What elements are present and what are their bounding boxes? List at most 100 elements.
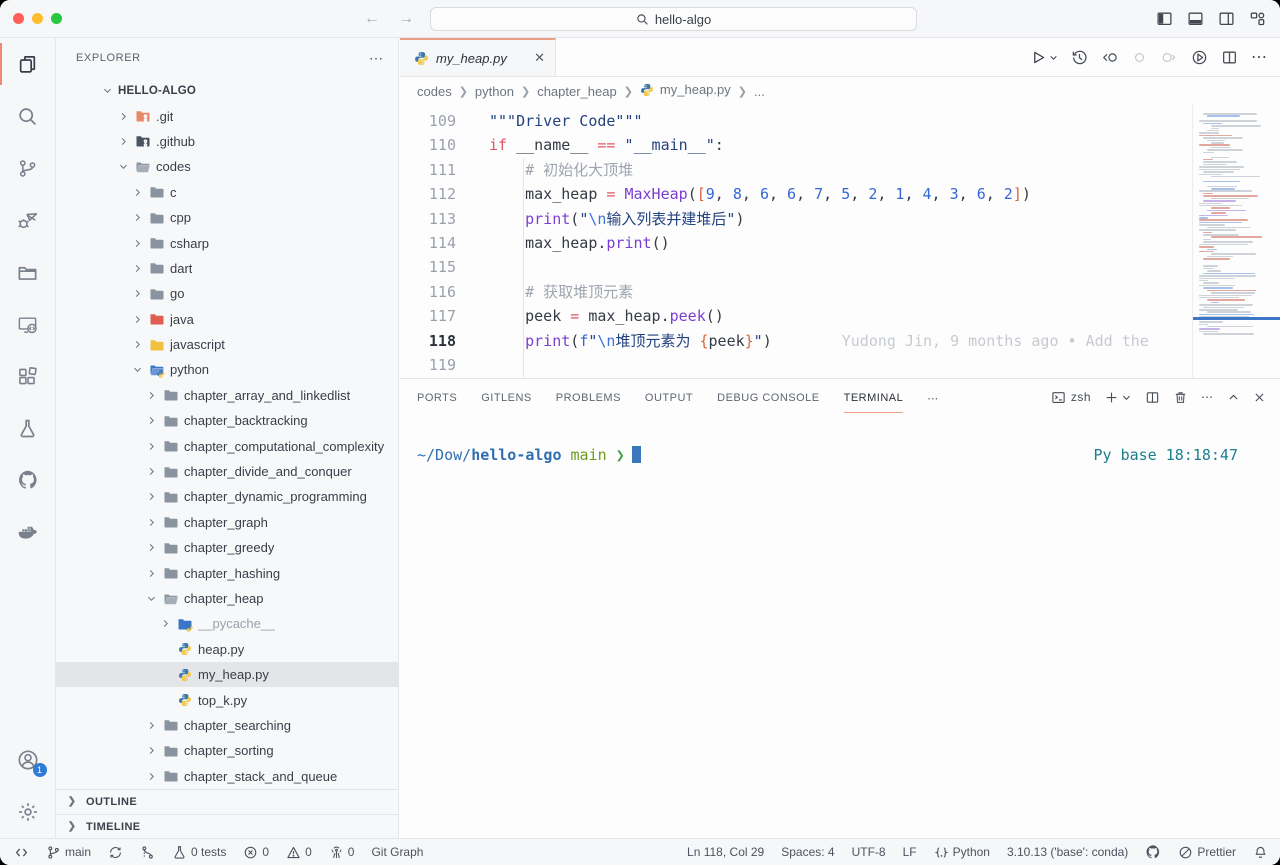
breadcrumb-item[interactable]: codes	[417, 84, 452, 99]
tree-item-my-heap-py[interactable]: my_heap.py	[56, 662, 398, 687]
status-git-graph[interactable]: Git Graph	[371, 845, 423, 859]
status-remote[interactable]	[14, 845, 29, 860]
activity-item-accounts[interactable]: 1	[0, 734, 56, 786]
breadcrumb-item[interactable]: chapter_heap	[537, 84, 617, 99]
activity-item-docker[interactable]	[0, 506, 56, 558]
activity-item-project-manager[interactable]	[0, 246, 56, 298]
close-panel-icon[interactable]	[1253, 391, 1266, 404]
tree-item--github[interactable]: .github	[56, 129, 398, 154]
tree-item-chapter-greedy[interactable]: chapter_greedy	[56, 535, 398, 560]
tree-item-chapter-divide-and-conquer[interactable]: chapter_divide_and_conquer	[56, 459, 398, 484]
status-gitlens-branch[interactable]	[140, 845, 155, 860]
minimize-window-button[interactable]	[32, 13, 43, 24]
status-0-tests[interactable]: 0 tests	[172, 845, 226, 860]
panel-tab-output[interactable]: OUTPUT	[645, 382, 693, 412]
tree-item-codes[interactable]: codes	[56, 154, 398, 179]
tree-root-hello-algo[interactable]: HELLO-ALGO	[56, 78, 398, 103]
split-terminal-icon[interactable]	[1145, 390, 1160, 405]
tree-item-top-k-py[interactable]: top_k.py	[56, 687, 398, 712]
tree-item-dart[interactable]: dart	[56, 256, 398, 281]
new-terminal-icon[interactable]	[1104, 390, 1132, 405]
tree-item-heap-py[interactable]: heap.py	[56, 637, 398, 662]
tree-item-chapter-dynamic-programming[interactable]: chapter_dynamic_programming	[56, 484, 398, 509]
tree-item-java[interactable]: java	[56, 307, 398, 332]
tree-item-chapter-heap[interactable]: chapter_heap	[56, 586, 398, 611]
breadcrumb-item[interactable]: my_heap.py	[640, 82, 731, 100]
zoom-window-button[interactable]	[51, 13, 62, 24]
status-spaces-4[interactable]: Spaces: 4	[781, 845, 834, 859]
nav-forward-icon[interactable]: →	[398, 10, 414, 28]
tree-item-c[interactable]: c	[56, 180, 398, 205]
explorer-more-actions-icon[interactable]: ⋯	[369, 50, 384, 67]
panel-tabs-more-icon[interactable]: ⋯	[927, 382, 939, 413]
panel-tab-problems[interactable]: PROBLEMS	[556, 382, 621, 412]
panel-more-actions-icon[interactable]: ⋯	[1201, 390, 1214, 404]
kill-terminal-icon[interactable]	[1173, 390, 1188, 405]
status-octo[interactable]	[1145, 844, 1161, 860]
tree-item--pycache-[interactable]: __pycache__	[56, 611, 398, 636]
activity-item-search[interactable]	[0, 90, 56, 142]
tree-item-go[interactable]: go	[56, 281, 398, 306]
tree-item-chapter-stack-and-queue[interactable]: chapter_stack_and_queue	[56, 764, 398, 789]
status-main[interactable]: main	[46, 845, 91, 860]
activity-item-extensions[interactable]	[0, 350, 56, 402]
panel-tab-debug-console[interactable]: DEBUG CONSOLE	[717, 382, 819, 412]
tree-item-chapter-searching[interactable]: chapter_searching	[56, 713, 398, 738]
command-center-search[interactable]: hello-algo	[430, 7, 917, 31]
activity-item-github[interactable]	[0, 454, 56, 506]
activity-item-testing[interactable]	[0, 402, 56, 454]
timeline-history-icon[interactable]	[1071, 49, 1088, 66]
status-prettier[interactable]: Prettier	[1178, 845, 1236, 860]
timeline-section-header[interactable]: ❯ TIMELINE	[56, 814, 398, 838]
maximize-panel-icon[interactable]	[1227, 391, 1240, 404]
close-tab-icon[interactable]: ✕	[534, 50, 545, 66]
breadcrumb-item[interactable]: ...	[754, 84, 765, 99]
activity-item-source-control[interactable]	[0, 142, 56, 194]
tree-item-csharp[interactable]: csharp	[56, 230, 398, 255]
status-python[interactable]: Python	[934, 845, 990, 860]
next-change-icon[interactable]	[1160, 50, 1178, 65]
customize-layout-icon[interactable]	[1249, 10, 1266, 27]
minimap[interactable]	[1192, 105, 1280, 378]
tree-item-chapter-computational-complexity[interactable]: chapter_computational_complexity	[56, 433, 398, 458]
status-0[interactable]: 0	[286, 845, 312, 860]
status-0[interactable]: 0	[329, 845, 355, 860]
tree-item-javascript[interactable]: javascript	[56, 332, 398, 357]
panel-tab-terminal[interactable]: TERMINAL	[844, 382, 904, 413]
run-python-file-icon[interactable]	[1030, 49, 1058, 66]
status-lf[interactable]: LF	[903, 845, 917, 859]
activity-item-remote-explorer[interactable]	[0, 298, 56, 350]
nav-back-icon[interactable]: ←	[364, 10, 380, 28]
activity-item-explorer[interactable]	[0, 38, 56, 90]
tree-item--git[interactable]: .git	[56, 103, 398, 128]
close-window-button[interactable]	[13, 13, 24, 24]
tab-my-heap[interactable]: my_heap.py ✕	[400, 38, 556, 76]
open-changes-icon[interactable]	[1101, 49, 1119, 66]
status-utf-8[interactable]: UTF-8	[852, 845, 886, 859]
status-sync[interactable]	[108, 845, 123, 860]
toggle-sidebar-left-icon[interactable]	[1156, 10, 1173, 27]
more-actions-icon[interactable]: ⋯	[1251, 47, 1268, 67]
status-0[interactable]: 0	[243, 845, 269, 860]
tree-item-chapter-sorting[interactable]: chapter_sorting	[56, 738, 398, 763]
panel-tab-ports[interactable]: PORTS	[417, 382, 457, 412]
gitlens-graph-icon[interactable]	[1191, 49, 1208, 66]
tree-item-chapter-array-and-linkedlist[interactable]: chapter_array_and_linkedlist	[56, 383, 398, 408]
toggle-panel-icon[interactable]	[1187, 10, 1204, 27]
status-ln-118-col-29[interactable]: Ln 118, Col 29	[687, 845, 764, 859]
breadcrumb-item[interactable]: python	[475, 84, 514, 99]
previous-change-icon[interactable]	[1132, 50, 1147, 65]
terminal[interactable]: ~/Dow/hello-algo main ❯ Py base 18:18:47	[400, 415, 1280, 838]
status-bell[interactable]	[1253, 845, 1268, 860]
code-editor[interactable]: 109"""Driver Code"""110if __name__ == "_…	[400, 105, 1280, 378]
tree-item-chapter-hashing[interactable]: chapter_hashing	[56, 560, 398, 585]
tree-item-cpp[interactable]: cpp	[56, 205, 398, 230]
outline-section-header[interactable]: ❯ OUTLINE	[56, 789, 398, 814]
tree-item-python[interactable]: python	[56, 357, 398, 382]
split-editor-icon[interactable]	[1221, 49, 1238, 66]
panel-tab-gitlens[interactable]: GITLENS	[481, 382, 532, 412]
activity-item-settings[interactable]	[0, 786, 56, 838]
toggle-sidebar-right-icon[interactable]	[1218, 10, 1235, 27]
status-3-10-13-base-conda[interactable]: 3.10.13 ('base': conda)	[1007, 845, 1128, 859]
terminal-shell-selector[interactable]: zsh	[1051, 390, 1091, 405]
